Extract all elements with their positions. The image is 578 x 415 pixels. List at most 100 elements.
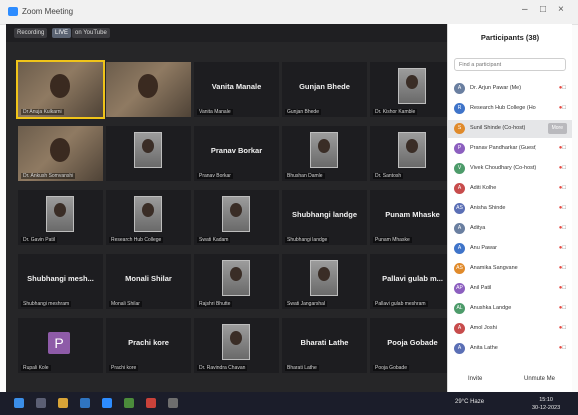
- participant-tile[interactable]: Dr. Gavin Patil: [18, 190, 103, 245]
- participant-tile[interactable]: Bhushan Damle: [282, 126, 367, 181]
- mic-video-icon[interactable]: ●□: [559, 325, 566, 331]
- mic-video-icon[interactable]: ●□: [559, 225, 566, 231]
- participant-avatar: P: [454, 143, 465, 154]
- participant-tile[interactable]: Swati Jangarshal: [282, 254, 367, 309]
- participant-tile[interactable]: Pranav Borkar Pranav Borkar: [194, 126, 279, 181]
- participant-photo: [134, 132, 162, 168]
- participant-row[interactable]: A Aditi Kolhe ●□: [448, 180, 572, 198]
- chrome-icon[interactable]: [146, 398, 156, 408]
- participant-tile[interactable]: Dr. Santosh: [370, 126, 455, 181]
- participant-tile[interactable]: Gunjan Bhede Gunjan Bhede: [282, 62, 367, 117]
- mic-video-icon[interactable]: ●□: [559, 105, 566, 111]
- participant-row[interactable]: AS Anisha Shinde ●□: [448, 200, 572, 218]
- mic-video-icon[interactable]: ●□: [559, 345, 566, 351]
- participant-tile[interactable]: Dr. Kishor Kamble: [370, 62, 455, 117]
- participant-tile[interactable]: Dr. Ravindra Chavan: [194, 318, 279, 373]
- participant-tile[interactable]: Monali Shilar Monali Shilar: [106, 254, 191, 309]
- youtube-stream-indicator[interactable]: on YouTube: [72, 28, 110, 38]
- participant-tile[interactable]: [106, 62, 191, 117]
- participant-tile[interactable]: Dr Anuja Kulkarni: [16, 60, 105, 119]
- participant-row[interactable]: AP Anil Patil ●□: [448, 280, 572, 298]
- participant-name: Sunil Shinde (Co-host): [470, 125, 526, 131]
- clock-time: 15:10: [539, 397, 553, 403]
- mic-video-icon[interactable]: ●□: [559, 265, 566, 271]
- participant-name: Aditi Kolhe: [470, 185, 497, 191]
- tile-display-name: Bharati Lathe: [300, 338, 349, 347]
- more-button[interactable]: More: [547, 123, 567, 134]
- tile-display-name: Prachi kore: [128, 338, 169, 347]
- tile-display-name: Vanita Manale: [211, 82, 262, 91]
- participant-row[interactable]: A Amol Joshi ●□: [448, 320, 572, 338]
- mic-video-icon[interactable]: ●□: [559, 145, 566, 151]
- browser-icon[interactable]: [80, 398, 90, 408]
- zoom-taskbar-icon[interactable]: [102, 398, 112, 408]
- unmute-me-button[interactable]: Unmute Me: [524, 376, 555, 382]
- participant-name: Anisha Shinde: [470, 205, 506, 211]
- invite-button[interactable]: Invite: [468, 376, 482, 382]
- settings-icon[interactable]: [168, 398, 178, 408]
- mic-video-icon[interactable]: ●□: [559, 285, 566, 291]
- participant-avatar: A: [454, 223, 465, 234]
- mic-video-icon[interactable]: ●□: [559, 165, 566, 171]
- participant-name: Anamika Sangvane: [470, 265, 518, 271]
- participant-tile[interactable]: Bharati Lathe Bharati Lathe: [282, 318, 367, 373]
- participant-row[interactable]: AL Anushka Landge ●□: [448, 300, 572, 318]
- mic-video-icon[interactable]: ●□: [559, 185, 566, 191]
- participant-row[interactable]: S Sunil Shinde (Co-host) More: [448, 120, 572, 138]
- participant-tile[interactable]: Shubhangi mesh... Shubhangi meshram: [18, 254, 103, 309]
- participant-avatar: P: [48, 332, 70, 354]
- maximize-button[interactable]: □: [540, 4, 546, 15]
- participant-name: Anu Pawar: [470, 245, 497, 251]
- live-indicator[interactable]: LIVE: [52, 28, 72, 38]
- folder-icon[interactable]: [58, 398, 68, 408]
- participant-row[interactable]: A Anu Pawar ●□: [448, 240, 572, 258]
- start-icon[interactable]: [14, 398, 24, 408]
- participant-tile[interactable]: Shubhangi landge Shubhangi landge: [282, 190, 367, 245]
- mic-video-icon[interactable]: ●□: [559, 205, 566, 211]
- mic-video-icon[interactable]: ●□: [559, 85, 566, 91]
- participant-row[interactable]: A Aditya ●□: [448, 220, 572, 238]
- participant-tile[interactable]: Research Hub College: [106, 190, 191, 245]
- participant-tile[interactable]: Pallavi gulab m... Pallavi gulab meshram: [370, 254, 455, 309]
- participant-row[interactable]: AS Anamika Sangvane ●□: [448, 260, 572, 278]
- participant-tile[interactable]: Swati Kadam: [194, 190, 279, 245]
- participant-tile[interactable]: Prachi kore Prachi kore: [106, 318, 191, 373]
- mic-video-icon[interactable]: ●□: [559, 305, 566, 311]
- tile-name-tag: Gunjan Bhede: [285, 109, 321, 115]
- participant-avatar: A: [454, 343, 465, 354]
- participant-photo: [398, 68, 426, 104]
- participant-search-input[interactable]: [454, 58, 566, 71]
- tile-display-name: Pooja Gobade: [387, 338, 438, 347]
- participant-photo: [222, 324, 250, 360]
- participant-photo: [222, 196, 250, 232]
- windows-taskbar: 29°C Haze 15:10 30-12-2023: [0, 392, 578, 415]
- minimize-button[interactable]: –: [522, 4, 528, 15]
- participant-row[interactable]: A Dr. Arjun Pawar (Me) ●□: [448, 80, 572, 98]
- mic-video-icon[interactable]: ●□: [559, 245, 566, 251]
- participant-row[interactable]: V Vivek Choudhary (Co-host) ●□: [448, 160, 572, 178]
- participant-tile[interactable]: Dr. Ankush Somvanshi: [18, 126, 103, 181]
- participant-row[interactable]: R Research Hub College (Host, me) ●□: [448, 100, 572, 118]
- tile-name-tag: Bhushan Damle: [285, 173, 325, 179]
- search-icon[interactable]: [36, 398, 46, 408]
- tile-name-tag: Monali Shilar: [109, 301, 142, 307]
- taskbar-clock[interactable]: 15:10 30-12-2023: [532, 396, 560, 412]
- tile-display-name: Monali Shilar: [125, 274, 172, 283]
- recording-indicator[interactable]: Recording: [14, 28, 48, 38]
- participant-tile[interactable]: Pooja Gobade Pooja Gobade: [370, 318, 455, 373]
- participant-row[interactable]: A Anita Lathe ●□: [448, 340, 572, 358]
- weather-widget[interactable]: 29°C Haze: [455, 399, 484, 405]
- participant-tile[interactable]: P Rupali Kole: [18, 318, 103, 373]
- close-button[interactable]: ×: [558, 4, 564, 15]
- app-icon[interactable]: [124, 398, 134, 408]
- participant-avatar: S: [454, 123, 465, 134]
- window-title: Zoom Meeting: [22, 7, 74, 16]
- participant-tile[interactable]: Punam Mhaske Punam Mhaske: [370, 190, 455, 245]
- participant-tile[interactable]: Vanita Manale Vanita Manale: [194, 62, 279, 117]
- tile-display-name: Gunjan Bhede: [299, 82, 350, 91]
- tile-name-tag: Prachi kore: [109, 365, 139, 371]
- participant-avatar: AS: [454, 263, 465, 274]
- participant-row[interactable]: P Pranav Pandharkar (Guest) ●□: [448, 140, 572, 158]
- participant-tile[interactable]: Rajshri Bhutte: [194, 254, 279, 309]
- participant-tile[interactable]: [106, 126, 191, 181]
